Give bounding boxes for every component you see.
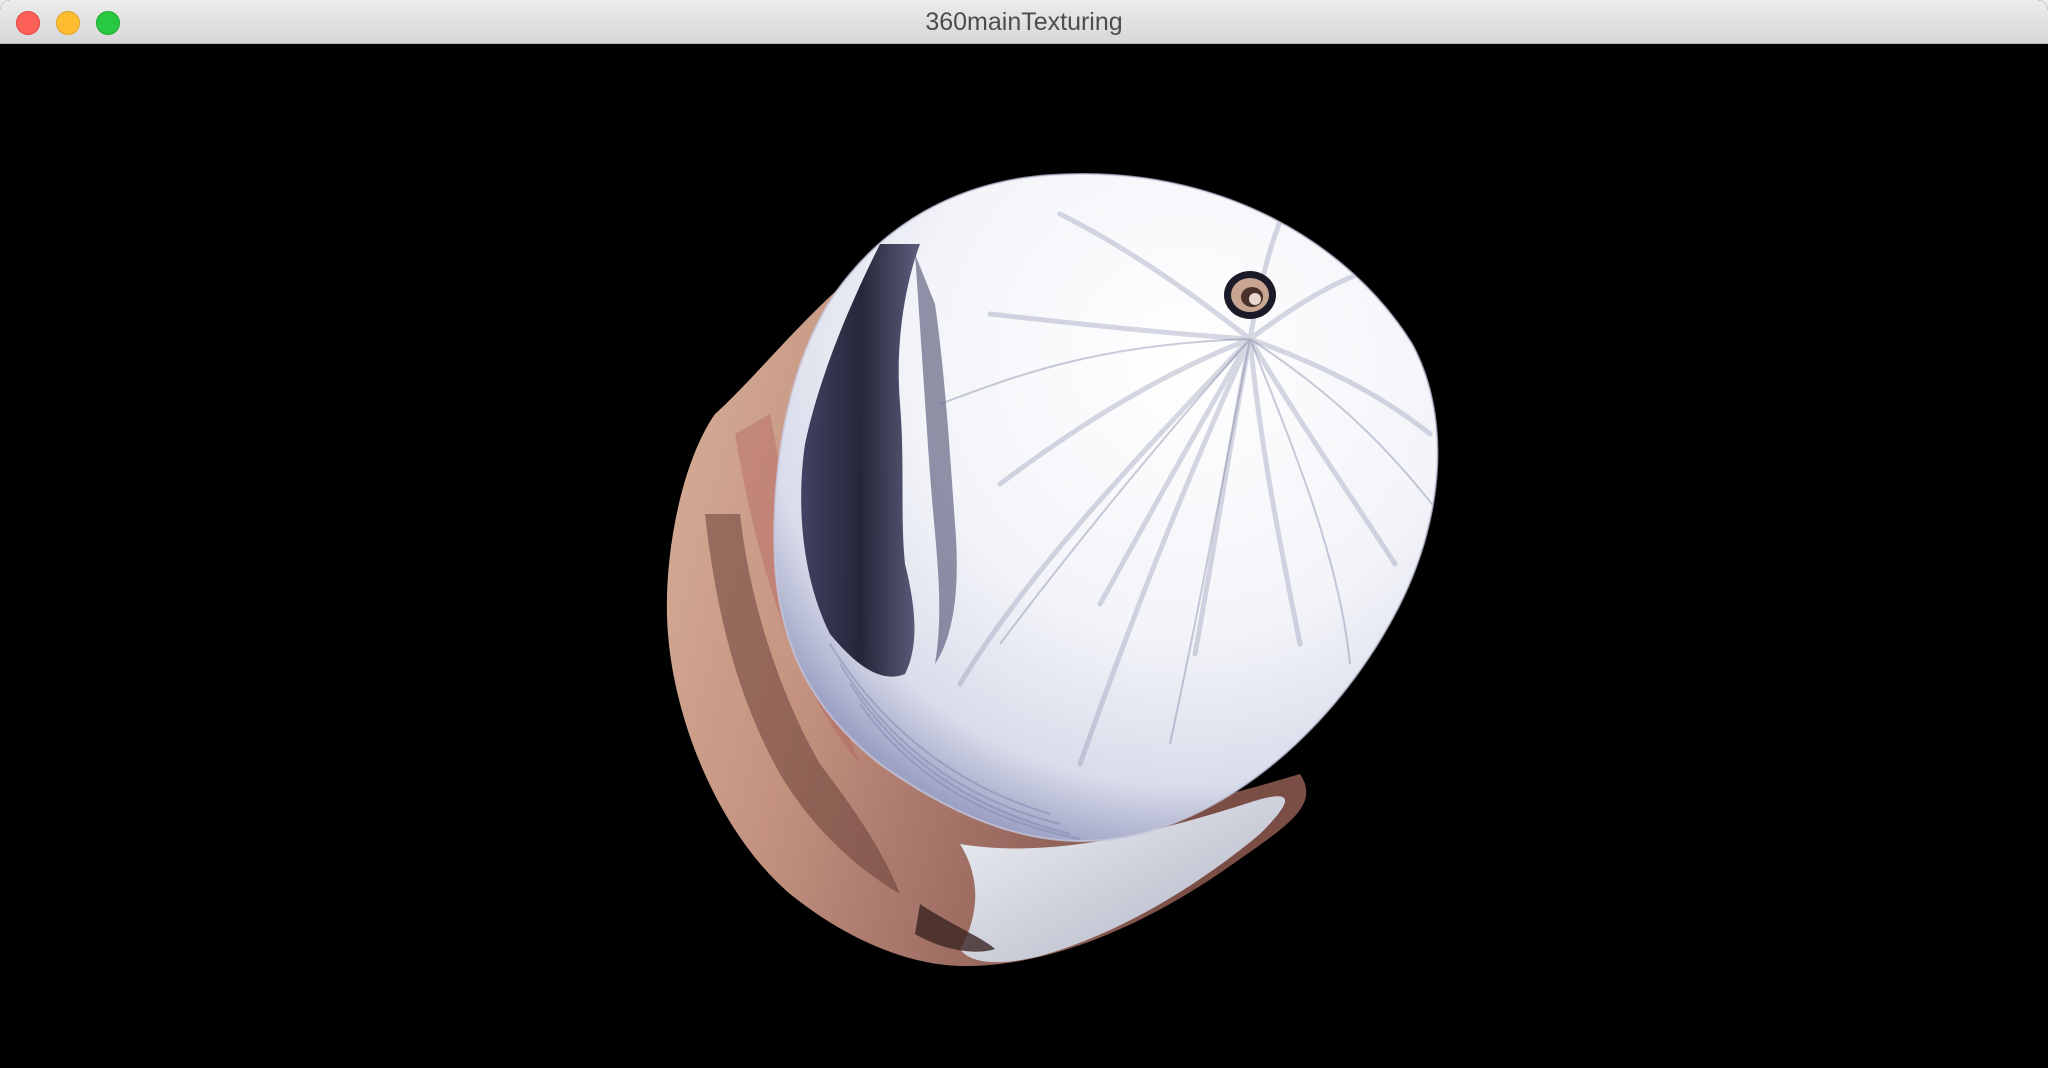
gl-viewport[interactable] [0,44,2048,1068]
rendered-cylinder [666,173,1439,967]
window-title: 360mainTexturing [925,8,1123,36]
cap-pole [1224,271,1276,319]
app-window: 360mainTexturing [0,0,2048,1068]
title-bar[interactable]: 360mainTexturing [0,0,2048,44]
